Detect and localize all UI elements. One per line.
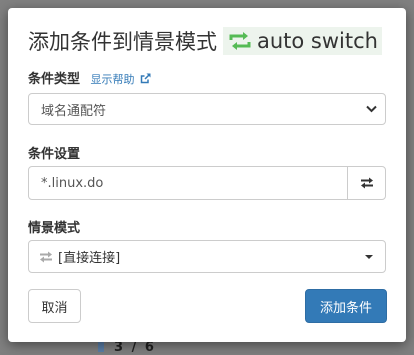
dialog-title-text: 添加条件到情景模式: [28, 30, 217, 54]
external-link-icon: [140, 73, 151, 84]
show-help-link-text[interactable]: 显示帮助: [91, 73, 135, 86]
toggle-editor-button[interactable]: [347, 166, 386, 200]
result-profile-selected: [直接连接]: [58, 251, 121, 266]
show-help-link[interactable]: 显示帮助: [91, 73, 152, 86]
condition-type-selected: 域名通配符: [41, 103, 107, 119]
condition-type-label: 条件类型 显示帮助: [28, 68, 151, 87]
profile-chip-name: auto switch: [257, 29, 378, 53]
result-profile-label: 情景模式: [28, 221, 81, 236]
add-condition-dialog: 添加条件到情景模式 auto switch 条件类型 显示帮助 域名通配符 条件…: [8, 8, 406, 342]
add-condition-button[interactable]: 添加条件: [305, 289, 387, 323]
background-fragment-text: 3 / 6: [114, 340, 156, 355]
condition-type-label-text: 条件类型: [28, 72, 81, 87]
result-profile-dropdown[interactable]: [直接连接]: [28, 240, 386, 273]
direct-connection-icon: [39, 251, 53, 263]
background-accent-bar: [98, 342, 104, 352]
switch-profile-icon: [229, 32, 251, 50]
condition-type-select[interactable]: 域名通配符: [28, 93, 386, 125]
condition-details-group: *.linux.do: [28, 166, 386, 200]
exchange-icon: [360, 177, 373, 189]
cancel-button[interactable]: 取消: [28, 289, 81, 323]
chevron-down-icon: [366, 105, 377, 113]
dialog-title: 添加条件到情景模式 auto switch: [28, 26, 382, 56]
profile-chip: auto switch: [223, 27, 382, 55]
condition-details-label: 条件设置: [28, 147, 81, 162]
caret-down-icon: [365, 255, 373, 259]
condition-pattern-input[interactable]: *.linux.do: [28, 166, 348, 200]
